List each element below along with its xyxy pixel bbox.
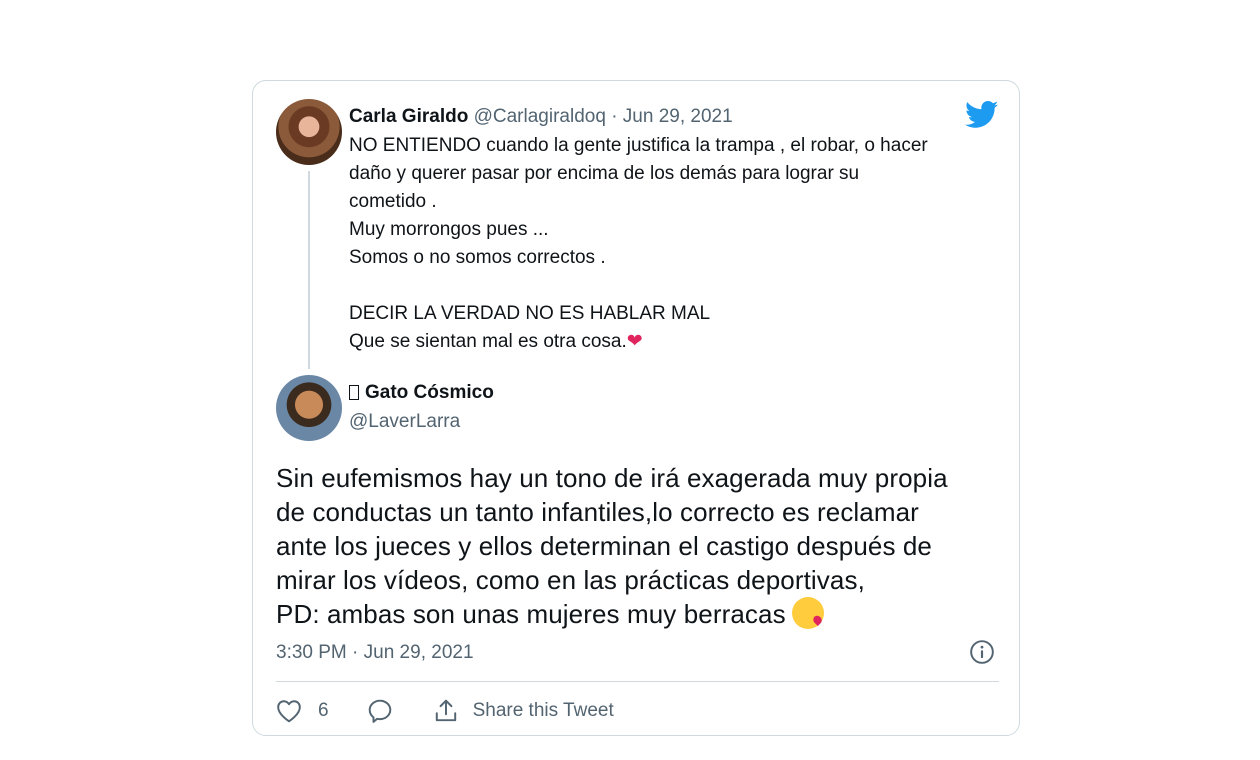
header-separator: · <box>611 106 618 127</box>
reply-line: PD: ambas son unas mujeres muy berracas <box>276 597 1006 631</box>
reply-line: mirar los vídeos, como en las prácticas … <box>276 565 865 595</box>
share-icon <box>435 699 456 722</box>
twitter-bird-icon[interactable] <box>965 101 999 129</box>
missing-glyph-icon <box>349 385 359 400</box>
quoted-line: Muy morrongos pues ... <box>349 219 549 240</box>
reply-author-name[interactable]: Gato Cósmico <box>365 382 494 403</box>
tweet-embed-card: Carla Giraldo @Carlagiraldoq · Jun 29, 2… <box>252 80 1020 736</box>
thread-line <box>308 171 310 369</box>
kiss-emoji-icon <box>791 597 824 629</box>
reply-tweet-text: Sin eufemismos hay un tono de irá exager… <box>276 461 1006 631</box>
share-button[interactable]: Share this Tweet <box>433 698 614 724</box>
quoted-tweet-date[interactable]: Jun 29, 2021 <box>623 106 733 127</box>
quoted-line: daño y querer pasar por encima de los de… <box>349 163 860 184</box>
like-button[interactable]: 6 <box>276 699 367 723</box>
quoted-tweet-text: NO ENTIENDO cuando la gente justifica la… <box>349 132 999 356</box>
quoted-tweet[interactable]: Carla Giraldo @Carlagiraldoq · Jun 29, 2… <box>349 105 999 356</box>
quoted-line: DECIR LA VERDAD NO ES HABLAR MAL <box>349 303 711 324</box>
quoted-author-handle[interactable]: @Carlagiraldoq <box>474 106 606 127</box>
quoted-line: Somos o no somos correctos . <box>349 247 606 268</box>
quoted-author-name[interactable]: Carla Giraldo <box>349 106 468 127</box>
reply-line: Sin eufemismos hay un tono de irá exager… <box>276 463 948 493</box>
reply-button[interactable] <box>367 698 393 724</box>
info-icon[interactable] <box>969 639 995 665</box>
avatar-gato[interactable] <box>276 375 342 441</box>
quoted-line <box>349 272 999 300</box>
reply-line: de conductas un tanto infantiles,lo corr… <box>276 497 919 527</box>
divider <box>276 681 999 682</box>
heart-icon <box>277 700 301 723</box>
quoted-line: Que se sientan mal es otra cosa.❤ <box>349 328 999 356</box>
red-heart-emoji: ❤ <box>626 331 643 352</box>
reply-author-name-row: Gato Cósmico <box>349 381 494 405</box>
quoted-line: cometido . <box>349 191 437 212</box>
reply-icon <box>368 699 391 723</box>
quoted-line: NO ENTIENDO cuando la gente justifica la… <box>349 135 928 156</box>
reply-line: ante los jueces y ellos determinan el ca… <box>276 531 932 561</box>
reply-author[interactable]: Gato Cósmico @LaverLarra <box>349 381 494 434</box>
quoted-tweet-header: Carla Giraldo @Carlagiraldoq · Jun 29, 2… <box>349 105 999 129</box>
tweet-timestamp[interactable]: 3:30 PM · Jun 29, 2021 <box>276 641 474 665</box>
action-bar: 6 Share this Tweet <box>276 695 614 727</box>
reply-line-text: PD: ambas son unas mujeres muy berracas <box>276 599 786 629</box>
like-count: 6 <box>318 700 329 721</box>
reply-author-handle[interactable]: @LaverLarra <box>349 410 494 434</box>
share-label: Share this Tweet <box>472 700 614 721</box>
avatar-carla[interactable] <box>276 99 342 165</box>
quoted-line-text: Que se sientan mal es otra cosa. <box>349 331 627 352</box>
